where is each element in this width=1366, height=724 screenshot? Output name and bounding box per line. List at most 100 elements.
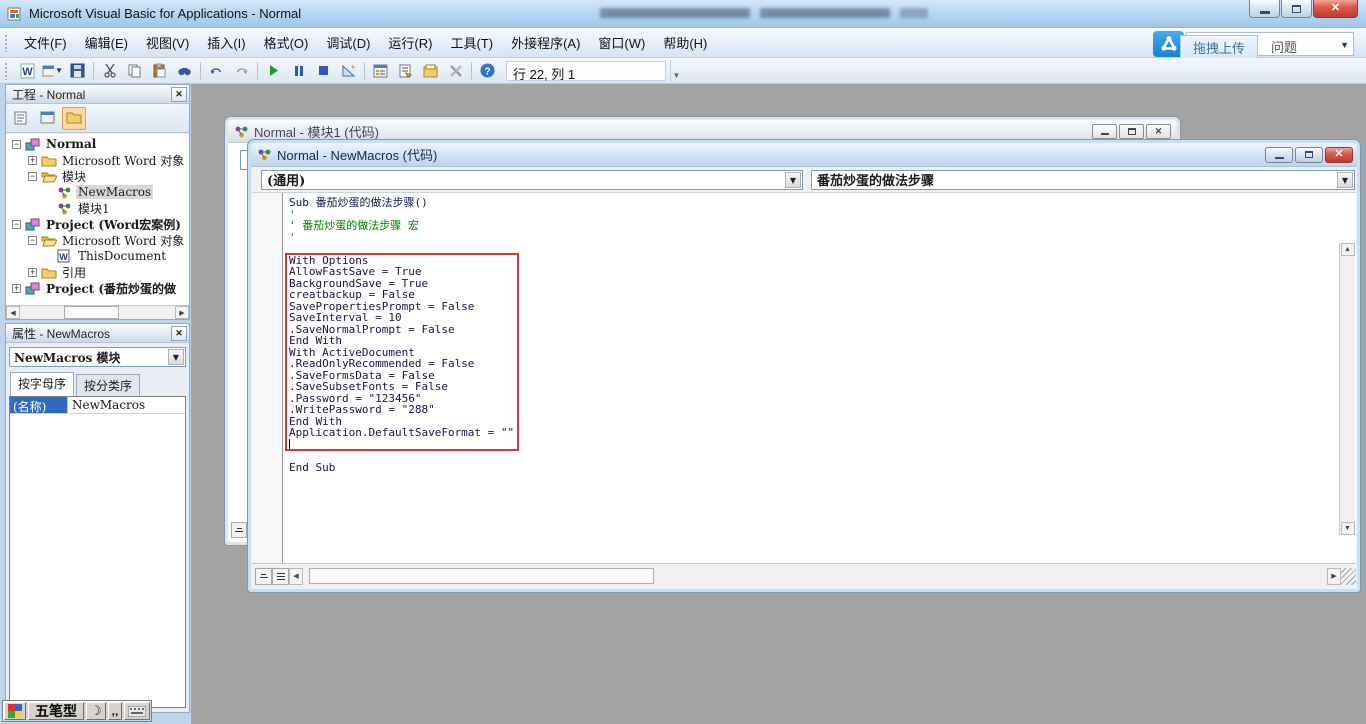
tree-expander-icon[interactable]: +	[12, 284, 21, 293]
chevron-down-icon[interactable]: ▼	[1340, 40, 1349, 50]
newmacros-titlebar[interactable]: Normal - NewMacros (代码) ✕	[251, 143, 1357, 167]
code-line[interactable]: End With	[289, 335, 1339, 347]
run-icon[interactable]	[262, 60, 285, 82]
punctuation-icon[interactable]: ,,	[108, 702, 123, 720]
property-value[interactable]: NewMacros	[68, 397, 185, 413]
close-button[interactable]: ✕	[1325, 147, 1353, 163]
code-line[interactable]: BackgroundSave = True	[289, 278, 1339, 290]
tree-expander-icon[interactable]: −	[28, 172, 37, 181]
menu-grip[interactable]	[4, 34, 9, 52]
tree-item[interactable]: NewMacros	[6, 184, 189, 200]
code-vscrollbar[interactable]: ▲ ▼	[1339, 243, 1355, 535]
toolbar-grip[interactable]	[4, 62, 9, 80]
code-hscrollbar[interactable]	[303, 568, 1327, 585]
project-panel-close-icon[interactable]: ✕	[171, 87, 187, 102]
menu-item[interactable]: 调试(D)	[317, 29, 379, 56]
resize-grip[interactable]	[1341, 568, 1356, 585]
code-line[interactable]: Application.DefaultSaveFormat = ""	[289, 427, 1339, 439]
help-icon[interactable]: ?	[476, 60, 499, 82]
tree-item-label[interactable]: Normal	[44, 137, 98, 151]
code-line[interactable]: .ReadOnlyRecommended = False	[289, 358, 1339, 370]
chevron-down-icon[interactable]: ▼	[168, 349, 184, 365]
code-line[interactable]	[289, 439, 1339, 451]
scroll-left-icon[interactable]: ◀	[6, 306, 20, 319]
paste-icon[interactable]	[148, 60, 171, 82]
minimize-button[interactable]	[1265, 147, 1293, 163]
scroll-thumb[interactable]	[309, 568, 654, 584]
property-row[interactable]: (名称)NewMacros	[10, 397, 185, 414]
toolbar-options-icon[interactable]: ▼	[670, 60, 682, 82]
code-line[interactable]: creatbackup = False	[289, 289, 1339, 301]
tree-item-label[interactable]: NewMacros	[76, 185, 153, 199]
restore-button[interactable]	[1295, 147, 1323, 163]
moon-icon[interactable]: ☽	[86, 702, 106, 720]
menu-item[interactable]: 帮助(H)	[654, 29, 716, 56]
tree-expander-icon[interactable]: −	[12, 140, 21, 149]
design-mode-icon[interactable]	[337, 60, 360, 82]
properties-panel-close-icon[interactable]: ✕	[171, 326, 187, 341]
close-button[interactable]: ✕	[1313, 0, 1358, 18]
tree-item-label[interactable]: Project (Word宏案例)	[44, 216, 183, 233]
object-browser-icon[interactable]	[419, 60, 442, 82]
drag-upload-button[interactable]: 拖拽上传	[1180, 35, 1258, 60]
ime-input-method-button[interactable]: 五笔型	[28, 702, 84, 720]
code-text[interactable]: Sub 番茄炒蛋的做法步骤()'' 番茄炒蛋的做法步骤 宏'With Optio…	[284, 193, 1339, 563]
tree-expander-icon[interactable]: +	[28, 268, 37, 277]
code-line[interactable]: .SaveSubsetFonts = False	[289, 381, 1339, 393]
code-line[interactable]: End Sub	[289, 462, 1339, 474]
full-module-view-icon[interactable]	[272, 568, 289, 585]
tree-item[interactable]: WThisDocument	[6, 248, 189, 264]
keyboard-icon[interactable]	[124, 702, 150, 720]
tree-item-label[interactable]: 模块	[60, 168, 88, 185]
property-name[interactable]: (名称)	[10, 397, 68, 413]
find-icon[interactable]	[173, 60, 196, 82]
menu-item[interactable]: 运行(R)	[379, 29, 441, 56]
tree-item-label[interactable]: Project (番茄炒蛋的做	[44, 280, 178, 297]
toggle-folders-icon[interactable]	[62, 107, 86, 130]
insert-object-icon[interactable]: ▼	[41, 60, 64, 82]
tree-expander-icon[interactable]: +	[28, 156, 37, 165]
view-object-icon[interactable]	[36, 107, 60, 130]
code-line[interactable]: AllowFastSave = True	[289, 266, 1339, 278]
tree-item-label[interactable]: 引用	[60, 264, 88, 281]
undo-icon[interactable]	[205, 60, 228, 82]
save-icon[interactable]	[66, 60, 89, 82]
code-line[interactable]: SavePropertiesPrompt = False	[289, 301, 1339, 313]
menu-item[interactable]: 文件(F)	[15, 29, 76, 56]
code-line[interactable]: .WritePassword = "288"	[289, 404, 1339, 416]
redo-icon[interactable]	[230, 60, 253, 82]
scroll-thumb[interactable]	[64, 306, 119, 319]
code-line[interactable]: '	[289, 209, 1339, 221]
object-combobox[interactable]: (通用) ▼	[261, 170, 803, 190]
menu-item[interactable]: 插入(I)	[198, 29, 254, 56]
properties-tab[interactable]: 按字母序	[10, 372, 74, 398]
menu-item[interactable]: 窗口(W)	[589, 29, 654, 56]
scroll-up-icon[interactable]: ▲	[1341, 243, 1355, 256]
menu-item[interactable]: 外接程序(A)	[502, 29, 589, 56]
menu-item[interactable]: 编辑(E)	[76, 29, 137, 56]
tree-expander-icon[interactable]: −	[28, 236, 37, 245]
minimize-button[interactable]	[1092, 124, 1117, 139]
break-icon[interactable]	[287, 60, 310, 82]
procedure-view-icon[interactable]	[231, 522, 247, 538]
tree-item[interactable]: + Project (番茄炒蛋的做	[6, 280, 189, 296]
close-button[interactable]: ✕	[1146, 124, 1171, 139]
menu-item[interactable]: 工具(T)	[441, 29, 502, 56]
tree-item-label[interactable]: 模块1	[76, 200, 112, 217]
project-explorer-icon[interactable]	[369, 60, 392, 82]
code-line[interactable]	[289, 243, 1339, 255]
ime-logo-icon[interactable]	[4, 702, 26, 720]
scroll-down-icon[interactable]: ▼	[1341, 522, 1355, 535]
code-line[interactable]: Sub 番茄炒蛋的做法步骤()	[289, 197, 1339, 209]
restore-button[interactable]	[1281, 0, 1312, 18]
cut-icon[interactable]	[98, 60, 121, 82]
properties-window-icon[interactable]	[394, 60, 417, 82]
code-line[interactable]: SaveInterval = 10	[289, 312, 1339, 324]
code-margin[interactable]	[252, 193, 283, 563]
tree-item-label[interactable]: Microsoft Word 对象	[60, 232, 186, 249]
code-line[interactable]	[289, 450, 1339, 462]
scroll-right-icon[interactable]: ▶	[1327, 568, 1341, 585]
tree-item[interactable]: +Microsoft Word 对象	[6, 152, 189, 168]
toolbox-icon[interactable]	[444, 60, 467, 82]
tree-item[interactable]: − Normal	[6, 136, 189, 152]
